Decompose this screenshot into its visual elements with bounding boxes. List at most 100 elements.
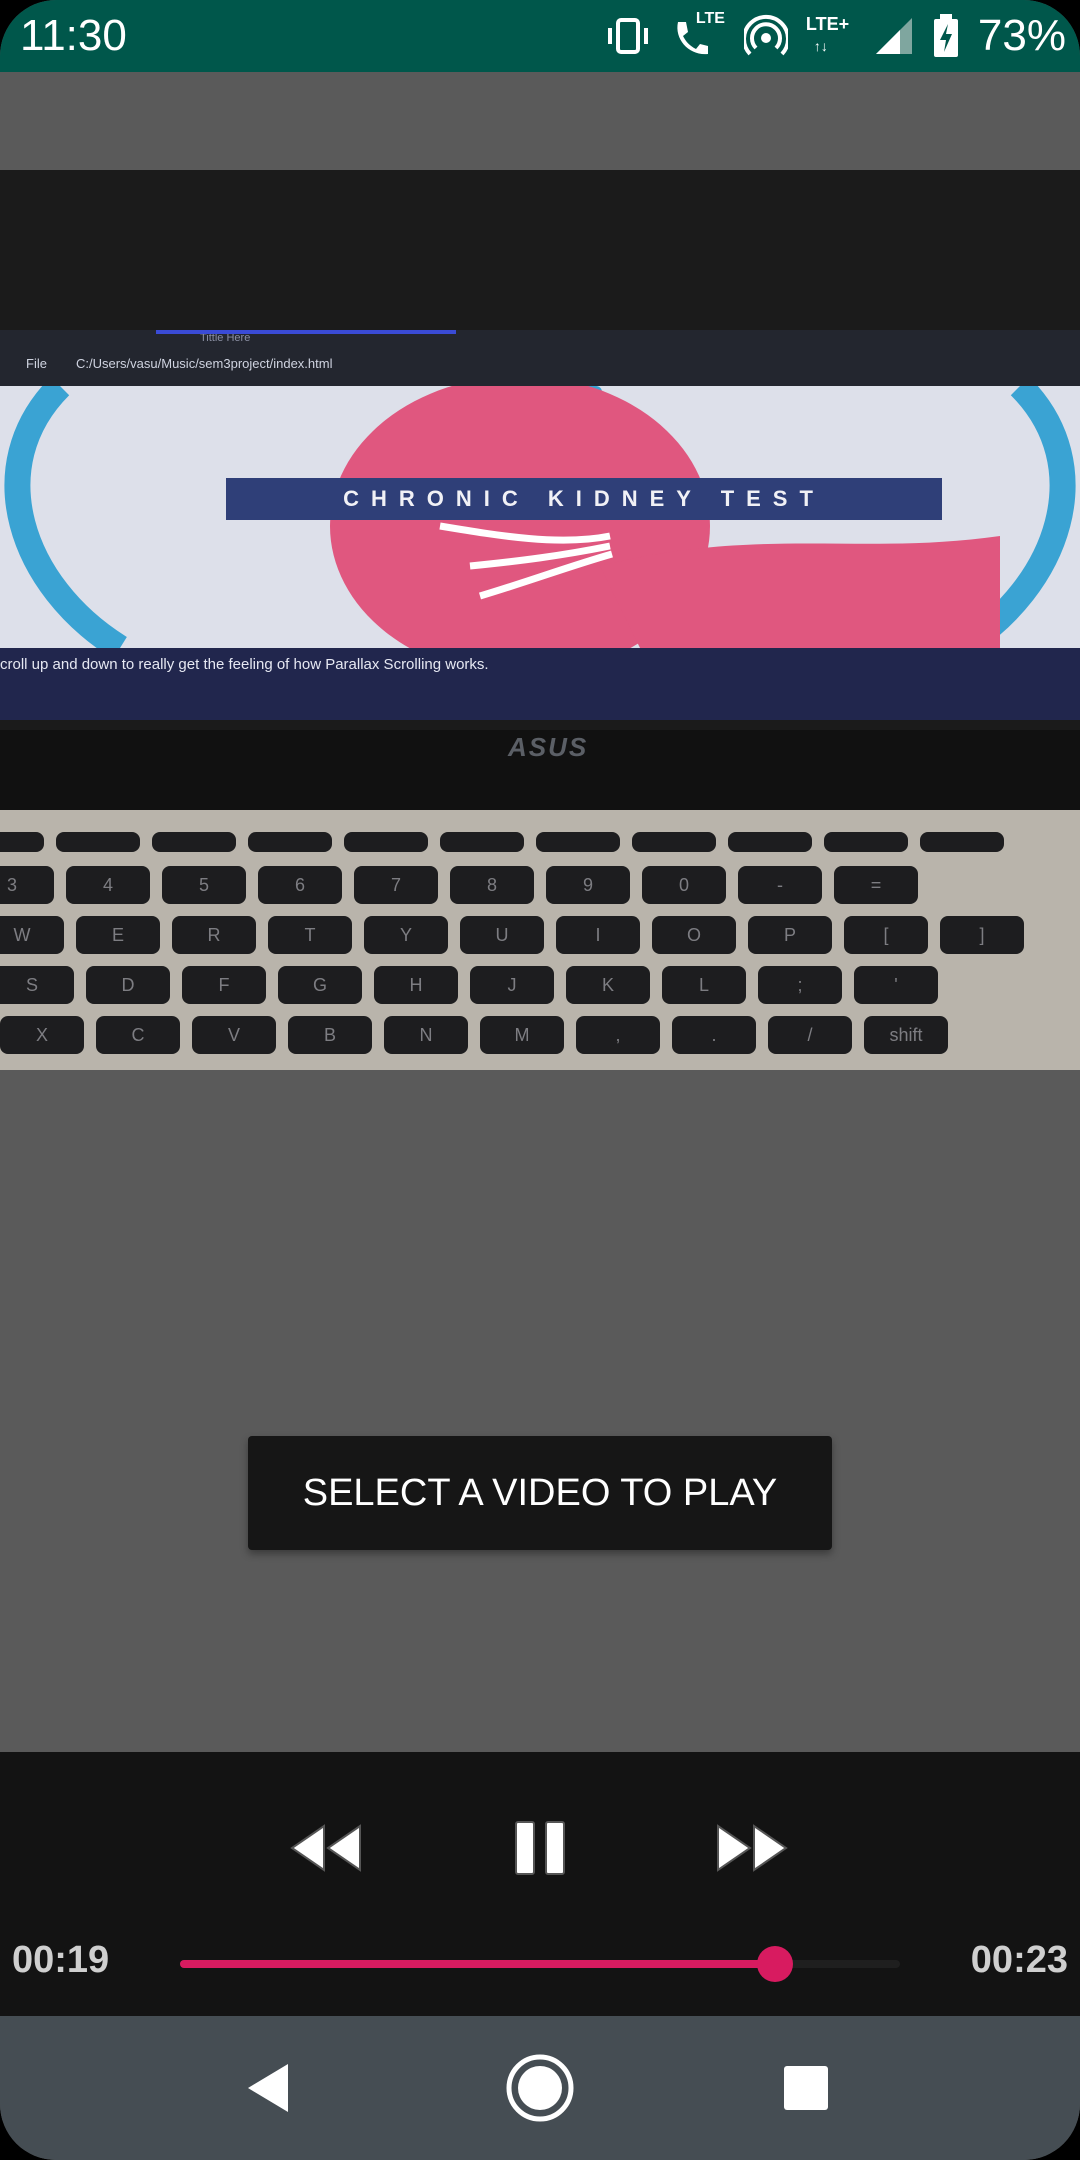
- key: T: [268, 916, 352, 954]
- key: Y: [364, 916, 448, 954]
- key: E: [76, 916, 160, 954]
- key: H: [374, 966, 458, 1004]
- key: [248, 832, 332, 852]
- keyboard-row-2: W E R T Y U I O P [ ]: [0, 916, 1080, 954]
- seek-thumb[interactable]: [756, 1946, 793, 1982]
- page-hero: CHRONIC KIDNEY TEST: [0, 386, 1080, 648]
- key: I: [556, 916, 640, 954]
- key: O: [652, 916, 736, 954]
- keyboard-row-3: S D F G H J K L ; ': [0, 966, 1080, 1004]
- home-icon: [506, 2054, 574, 2122]
- key: J: [470, 966, 554, 1004]
- key: -: [738, 866, 822, 904]
- key: [0, 832, 44, 852]
- key: 9: [546, 866, 630, 904]
- key: shift: [864, 1016, 948, 1054]
- volte-call-icon: LTE: [670, 10, 726, 58]
- back-button[interactable]: [226, 2046, 310, 2130]
- status-bar: 11:30 LTE LTE+ ↑↓ 73%: [0, 0, 1080, 72]
- rewind-button[interactable]: [284, 1814, 368, 1882]
- video-view[interactable]: Tittle Here File C:/Users/vasu/Music/sem…: [0, 170, 1080, 1070]
- key: [728, 832, 812, 852]
- browser-bar: Tittle Here File C:/Users/vasu/Music/sem…: [0, 330, 1080, 386]
- key: M: [480, 1016, 564, 1054]
- key: [920, 832, 1004, 852]
- key: 7: [354, 866, 438, 904]
- key: 8: [450, 866, 534, 904]
- key: 3: [0, 866, 54, 904]
- key: [56, 832, 140, 852]
- keyboard-function-row: [0, 832, 1080, 870]
- keyboard-row-4: X C V B N M , . / shift: [0, 1016, 1080, 1054]
- home-button[interactable]: [498, 2046, 582, 2130]
- lte-label: LTE: [695, 10, 725, 27]
- key: [152, 832, 236, 852]
- phone-screen: 11:30 LTE LTE+ ↑↓ 73% Tittle Here File C…: [0, 0, 1080, 2160]
- key: W: [0, 916, 64, 954]
- media-controls: 00:19 00:23: [0, 1752, 1080, 2016]
- lte-plus-label: LTE+: [805, 14, 850, 34]
- seek-bar[interactable]: [180, 1946, 900, 1982]
- status-icons: LTE LTE+ ↑↓ 73%: [604, 10, 1066, 62]
- key: /: [768, 1016, 852, 1054]
- key: V: [192, 1016, 276, 1054]
- current-time: 00:19: [12, 1939, 110, 1981]
- key: G: [278, 966, 362, 1004]
- total-time: 00:23: [970, 1939, 1068, 1981]
- browser-url: C:/Users/vasu/Music/sem3project/index.ht…: [76, 356, 333, 371]
- key: .: [672, 1016, 756, 1054]
- key: ]: [940, 916, 1024, 954]
- key: P: [748, 916, 832, 954]
- pause-button[interactable]: [498, 1814, 582, 1882]
- navigation-bar: [0, 2016, 1080, 2160]
- laptop-bezel: ASUS: [0, 730, 1080, 810]
- signal-icon: [874, 16, 914, 56]
- key: ': [854, 966, 938, 1004]
- recents-button[interactable]: [764, 2046, 848, 2130]
- key: K: [566, 966, 650, 1004]
- fast-forward-button[interactable]: [710, 1814, 794, 1882]
- key: [536, 832, 620, 852]
- hero-caption: croll up and down to really get the feel…: [0, 656, 489, 673]
- browser-file-label: File: [26, 356, 47, 371]
- vibrate-icon: [604, 16, 652, 56]
- key: =: [834, 866, 918, 904]
- rewind-icon: [290, 1824, 361, 1872]
- key: [824, 832, 908, 852]
- key: F: [182, 966, 266, 1004]
- key: [632, 832, 716, 852]
- keyboard: 3 4 5 6 7 8 9 0 - = W E R T Y U I O P […: [0, 810, 1080, 1070]
- recents-icon: [784, 2066, 828, 2110]
- key: X: [0, 1016, 84, 1054]
- lte-plus-icon: LTE+ ↑↓: [805, 14, 850, 54]
- key: R: [172, 916, 256, 954]
- key: C: [96, 1016, 180, 1054]
- hero-title: CHRONIC KIDNEY TEST: [226, 478, 942, 520]
- key: U: [460, 916, 544, 954]
- keyboard-row-1: 3 4 5 6 7 8 9 0 - =: [0, 866, 1080, 904]
- laptop-brand-logo: ASUS: [508, 732, 589, 762]
- key: [: [844, 916, 928, 954]
- laptop-screen: Tittle Here File C:/Users/vasu/Music/sem…: [0, 330, 1080, 890]
- key: 6: [258, 866, 342, 904]
- key: [344, 832, 428, 852]
- key: [440, 832, 524, 852]
- key: 5: [162, 866, 246, 904]
- status-time: 11:30: [20, 11, 127, 60]
- key: S: [0, 966, 74, 1004]
- pause-icon: [515, 1821, 565, 1875]
- seek-progress: [180, 1960, 775, 1968]
- hotspot-icon: [743, 14, 788, 58]
- key: ,: [576, 1016, 660, 1054]
- back-icon: [248, 2064, 288, 2112]
- battery-percent: 73%: [977, 11, 1066, 60]
- key: D: [86, 966, 170, 1004]
- key: N: [384, 1016, 468, 1054]
- key: 0: [642, 866, 726, 904]
- key: L: [662, 966, 746, 1004]
- select-video-button[interactable]: SELECT A VIDEO TO PLAY: [248, 1436, 832, 1550]
- key: ;: [758, 966, 842, 1004]
- key: B: [288, 1016, 372, 1054]
- battery-charging-icon: [932, 14, 960, 58]
- fast-forward-icon: [717, 1824, 788, 1872]
